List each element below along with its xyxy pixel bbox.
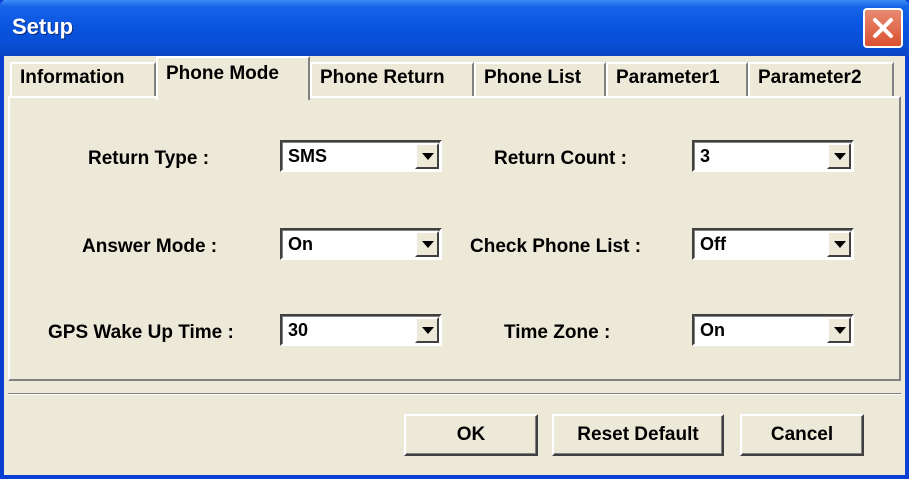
close-x-icon: [873, 18, 893, 38]
footer-divider: [8, 393, 901, 395]
tab-information[interactable]: Information: [10, 62, 156, 96]
tab-phone-list[interactable]: Phone List: [474, 62, 606, 96]
tab-phone-return[interactable]: Phone Return: [310, 62, 474, 96]
phone-mode-panel: [8, 96, 901, 381]
window-title: Setup: [12, 14, 74, 39]
reset-default-button[interactable]: Reset Default: [552, 414, 724, 456]
tab-parameter2[interactable]: Parameter2: [748, 62, 894, 96]
tab-phone-mode[interactable]: Phone Mode: [156, 56, 310, 100]
title-bar[interactable]: Setup: [0, 0, 909, 56]
cancel-button[interactable]: Cancel: [740, 414, 864, 456]
ok-button[interactable]: OK: [404, 414, 538, 456]
close-button[interactable]: [863, 8, 903, 48]
tab-strip: Information Phone Mode Phone Return Phon…: [8, 56, 903, 100]
setup-dialog: Setup Information Phone Mode Phone Retur…: [0, 0, 909, 479]
tab-parameter1[interactable]: Parameter1: [606, 62, 748, 96]
